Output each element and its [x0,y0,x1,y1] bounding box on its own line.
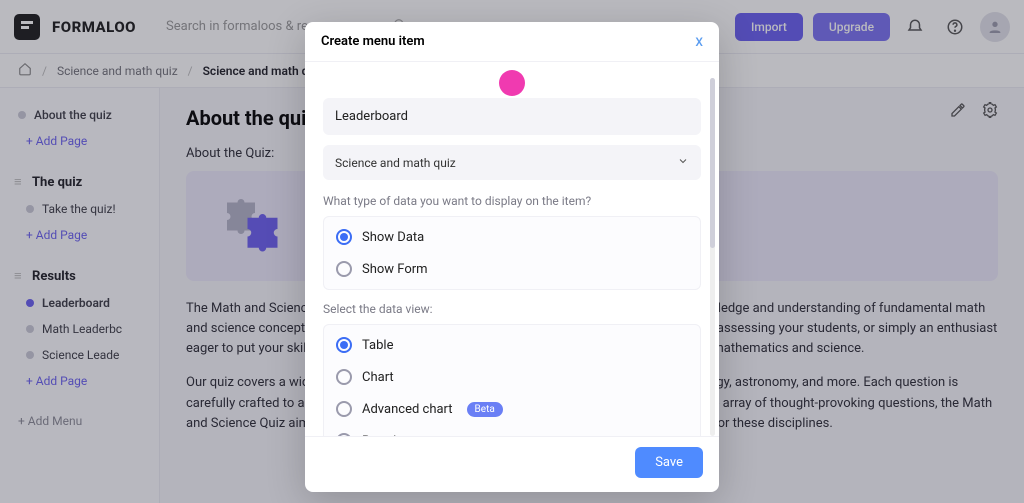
radio-label: Show Form [362,262,428,277]
radio-show-data[interactable]: Show Data [324,221,700,253]
modal-create-menu-item: Create menu item X Science and math quiz… [305,22,719,492]
radio-board[interactable]: Board [324,425,700,436]
radio-icon [336,229,352,245]
data-type-radio-group: Show Data Show Form [323,216,701,290]
question-data-view: Select the data view: [323,302,701,316]
save-button[interactable]: Save [635,447,703,478]
scrollbar-thumb[interactable] [710,78,715,248]
radio-label: Chart [362,370,394,385]
menu-item-name-input[interactable] [323,98,701,135]
beta-badge: Beta [467,402,503,417]
radio-icon [336,337,352,353]
radio-table[interactable]: Table [324,329,700,361]
cursor-indicator-icon [499,70,525,96]
modal-header: Create menu item X [305,22,719,62]
close-icon[interactable]: X [695,35,703,49]
radio-icon [336,401,352,417]
radio-show-form[interactable]: Show Form [324,253,700,285]
radio-chart[interactable]: Chart [324,361,700,393]
radio-icon [336,261,352,277]
radio-label: Table [362,338,393,353]
chevron-down-icon [677,155,689,170]
parent-select[interactable]: Science and math quiz [323,145,701,180]
modal-footer: Save [305,436,719,492]
modal-body: Science and math quiz What type of data … [305,62,719,436]
radio-advanced-chart[interactable]: Advanced chart Beta [324,393,700,425]
modal-title: Create menu item [321,34,425,49]
question-data-type: What type of data you want to display on… [323,194,701,208]
data-view-radio-group: Table Chart Advanced chart Beta Board [323,324,701,436]
parent-select-value: Science and math quiz [335,156,456,170]
radio-label: Show Data [362,230,424,245]
modal-overlay[interactable]: Create menu item X Science and math quiz… [0,0,1024,503]
radio-label: Advanced chart [362,402,453,417]
radio-icon [336,369,352,385]
